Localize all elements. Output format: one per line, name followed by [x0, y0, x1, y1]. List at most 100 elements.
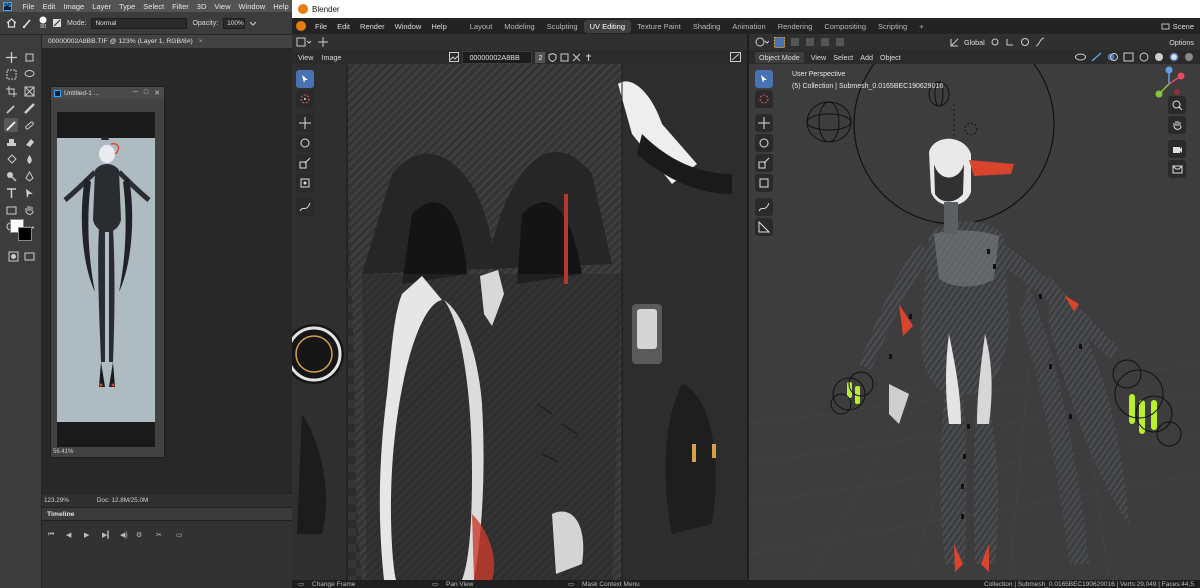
uv-menu-view[interactable]: View — [298, 53, 313, 62]
tab-sculpting[interactable]: Sculpting — [541, 20, 584, 33]
tab-rendering[interactable]: Rendering — [772, 20, 819, 33]
ps-menu-window[interactable]: Window — [235, 2, 270, 11]
viewport-menu-view[interactable]: View — [811, 53, 826, 62]
uv-overlay-icon[interactable] — [730, 52, 747, 62]
tab-scripting[interactable]: Scripting — [872, 20, 913, 33]
rotate-tool-icon[interactable] — [296, 134, 314, 152]
viewport-menu-object[interactable]: Object — [880, 53, 901, 62]
maximize-icon[interactable]: □ — [144, 89, 148, 97]
object-mode-select[interactable]: Object Mode — [755, 51, 804, 63]
brush-tool-active-icon[interactable] — [4, 118, 18, 132]
go-to-first-frame-icon[interactable]: ⏮ — [48, 531, 58, 541]
shading-material-icon[interactable] — [1169, 52, 1179, 62]
timeline-settings-icon[interactable]: ⚙ — [136, 531, 146, 541]
viewport-cursor-tool-icon[interactable] — [755, 90, 773, 108]
tab-modeling[interactable]: Modeling — [498, 20, 540, 33]
ps-menu-select[interactable]: Select — [139, 2, 168, 11]
xray-icon[interactable] — [1123, 52, 1134, 62]
move-tool-icon[interactable] — [296, 114, 314, 132]
floating-window-titlebar[interactable]: Untitled-1 ... ─ □ ✕ — [51, 87, 164, 99]
rectangle-tool-icon[interactable] — [4, 203, 18, 217]
chevron-down-icon[interactable] — [250, 21, 257, 26]
uv-menu-image[interactable]: Image — [321, 53, 341, 62]
cursor-tool-icon[interactable] — [296, 90, 314, 108]
shading-wireframe-icon[interactable] — [1139, 52, 1149, 62]
clone-stamp-tool-icon[interactable] — [4, 135, 18, 149]
bl-menu-window[interactable]: Window — [390, 22, 427, 31]
next-frame-icon[interactable]: ▶▎ — [102, 531, 113, 541]
select-mode-invert-icon[interactable] — [835, 37, 845, 47]
ps-menu-view[interactable]: View — [210, 2, 234, 11]
snap-icon[interactable] — [1005, 37, 1015, 47]
ruler-tool-icon[interactable] — [22, 101, 36, 115]
dodge-tool-icon[interactable] — [4, 169, 18, 183]
ps-menu-filter[interactable]: Filter — [168, 2, 193, 11]
tab-uv-editing[interactable]: UV Editing — [583, 19, 632, 33]
visibility-icon[interactable] — [1075, 52, 1086, 62]
blender-menu-icon[interactable] — [296, 21, 306, 31]
pivot-icon[interactable] — [990, 37, 1000, 47]
add-workspace-button[interactable]: + — [913, 20, 929, 33]
close-icon[interactable]: ✕ — [154, 89, 160, 97]
close-icon[interactable]: × — [199, 38, 203, 45]
viewport-options-button[interactable]: Options — [1169, 38, 1194, 47]
background-color-swatch[interactable] — [18, 227, 32, 241]
screen-mode-icon[interactable] — [22, 249, 36, 263]
bl-menu-render[interactable]: Render — [355, 22, 390, 31]
bl-menu-edit[interactable]: Edit — [332, 22, 355, 31]
move-tool-icon[interactable] — [4, 50, 18, 64]
frame-tool-icon[interactable] — [22, 84, 36, 98]
unlink-icon[interactable] — [572, 53, 581, 62]
tab-layout[interactable]: Layout — [464, 20, 499, 33]
shading-rendered-icon[interactable] — [1184, 52, 1194, 62]
paint-bucket-tool-icon[interactable] — [4, 152, 18, 166]
scale-tool-icon[interactable] — [296, 154, 314, 172]
viewport-annotate-tool-icon[interactable] — [755, 198, 773, 216]
split-clip-icon[interactable]: ✂ — [156, 531, 166, 541]
viewport-move-tool-icon[interactable] — [755, 114, 773, 132]
uv-move-icon[interactable] — [318, 37, 328, 47]
ps-menu-3d[interactable]: 3D — [193, 2, 211, 11]
uv-editor-canvas[interactable] — [292, 64, 747, 580]
shading-solid-icon[interactable] — [1154, 52, 1164, 62]
ps-document-tab[interactable]: 00000002A8BB.TIF @ 123% (Layer 1, RGB/8#… — [42, 35, 292, 49]
ps-menu-file[interactable]: File — [18, 2, 38, 11]
tab-compositing[interactable]: Compositing — [818, 20, 872, 33]
new-image-icon[interactable] — [560, 53, 569, 62]
transform-tool-icon[interactable] — [296, 174, 314, 192]
ps-zoom-level[interactable]: 123.29% — [44, 497, 69, 507]
brush-preset-picker[interactable]: 90 — [39, 16, 47, 30]
viewport-menu-add[interactable]: Add — [860, 53, 873, 62]
proportional-edit-icon[interactable] — [1020, 37, 1030, 47]
ps-floating-document-window[interactable]: Untitled-1 ... ─ □ ✕ 56.41% — [50, 86, 165, 458]
scene-label[interactable]: Scene — [1173, 22, 1194, 31]
ps-menu-edit[interactable]: Edit — [38, 2, 59, 11]
audio-icon[interactable]: ◀) — [120, 531, 130, 541]
artboard-tool-icon[interactable] — [22, 50, 36, 64]
select-box-icon[interactable] — [774, 36, 785, 48]
measure-tool-icon[interactable] — [755, 218, 773, 236]
crop-tool-icon[interactable] — [4, 84, 18, 98]
orientation-icon[interactable] — [950, 38, 959, 47]
pen-tool-icon[interactable] — [22, 169, 36, 183]
ps-menu-image[interactable]: Image — [59, 2, 88, 11]
healing-brush-tool-icon[interactable] — [22, 118, 36, 132]
ps-menu-layer[interactable]: Layer — [88, 2, 115, 11]
bl-menu-help[interactable]: Help — [426, 22, 451, 31]
blend-mode-select[interactable]: Normal — [91, 17, 188, 29]
select-mode-extend-icon[interactable] — [805, 37, 815, 47]
editor-type-icon[interactable] — [296, 37, 312, 47]
falloff-icon[interactable] — [1035, 37, 1045, 47]
type-tool-icon[interactable] — [4, 186, 18, 200]
pin-icon[interactable] — [584, 53, 593, 62]
viewport-select-tool-icon[interactable] — [755, 70, 773, 88]
path-selection-tool-icon[interactable] — [22, 186, 36, 200]
blur-tool-icon[interactable] — [22, 152, 36, 166]
zoom-view-icon[interactable] — [1168, 96, 1186, 114]
image-icon[interactable] — [449, 52, 460, 62]
brush-settings-icon[interactable] — [52, 18, 62, 28]
viewport-scale-tool-icon[interactable] — [755, 154, 773, 172]
3d-viewport-canvas[interactable] — [749, 64, 1200, 580]
timeline-panel-header[interactable]: Timeline — [42, 507, 292, 521]
opacity-field[interactable]: 100% — [223, 17, 246, 29]
